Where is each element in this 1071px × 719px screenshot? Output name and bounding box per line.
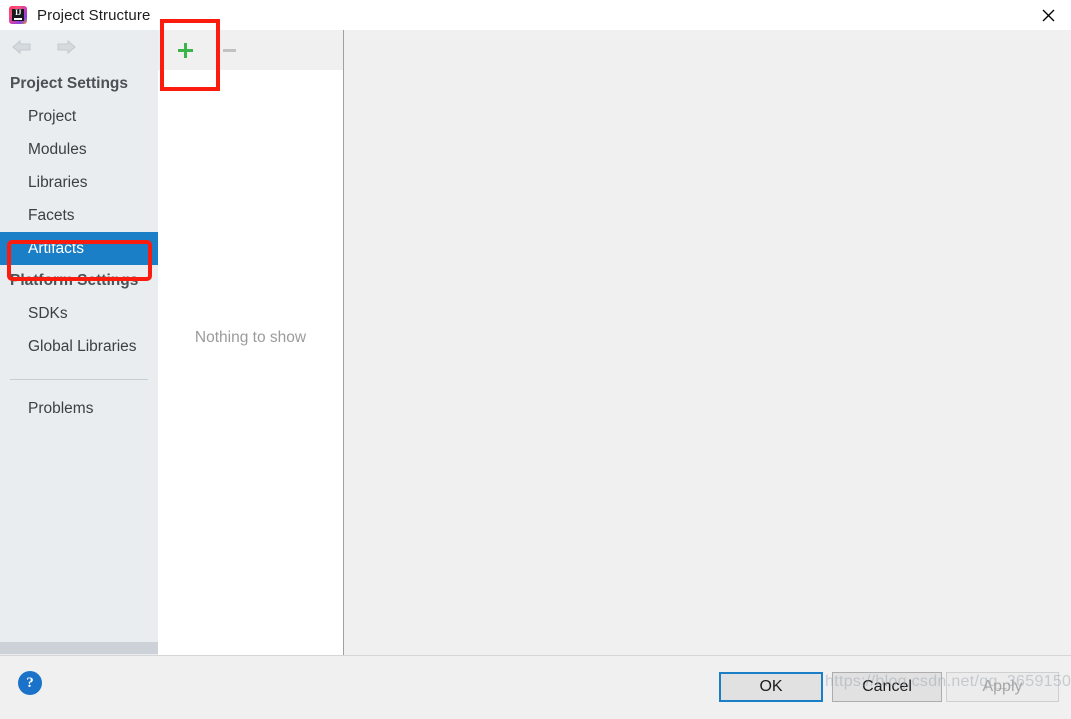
sidebar-group-project-settings: Project Settings — [10, 75, 128, 92]
arrow-left-icon[interactable] — [10, 38, 34, 56]
cancel-button[interactable]: Cancel — [832, 672, 942, 702]
sidebar-item-facets[interactable]: Facets — [0, 199, 158, 232]
sidebar-item-libraries[interactable]: Libraries — [0, 166, 158, 199]
sidebar-horizontal-scrollbar[interactable] — [0, 641, 158, 655]
sidebar-group-platform-settings: Platform Settings — [10, 272, 139, 289]
ok-button[interactable]: OK — [719, 672, 823, 702]
sidebar-item-sdks[interactable]: SDKs — [0, 297, 158, 330]
artifacts-empty-state: Nothing to show — [158, 70, 343, 655]
sidebar-item-list: Project Settings Project Modules Librari… — [0, 64, 158, 425]
window-title: Project Structure — [37, 6, 151, 24]
apply-button: Apply — [946, 672, 1059, 702]
remove-artifact-button[interactable] — [218, 39, 240, 61]
project-structure-dialog: IJ Project Structure Project Settings Pr… — [0, 0, 1071, 719]
add-artifact-button[interactable] — [174, 39, 196, 61]
artifacts-toolbar — [158, 30, 343, 70]
artifacts-list-panel: Nothing to show — [158, 30, 344, 655]
sidebar-item-project[interactable]: Project — [0, 100, 158, 133]
arrow-right-icon[interactable] — [54, 38, 78, 56]
intellij-idea-icon: IJ — [9, 6, 27, 24]
settings-sidebar: Project Settings Project Modules Librari… — [0, 30, 158, 655]
sidebar-item-modules[interactable]: Modules — [0, 133, 158, 166]
close-button[interactable] — [1025, 0, 1071, 30]
dialog-button-bar: ? OK Cancel Apply — [0, 655, 1071, 719]
artifact-detail-panel — [345, 30, 1071, 655]
sidebar-item-problems[interactable]: Problems — [0, 392, 158, 425]
minus-icon — [222, 48, 236, 52]
sidebar-item-global-libraries[interactable]: Global Libraries — [0, 330, 158, 363]
sidebar-item-artifacts[interactable]: Artifacts — [0, 232, 158, 265]
empty-state-text: Nothing to show — [194, 328, 307, 346]
plus-icon — [177, 42, 194, 59]
help-button[interactable]: ? — [18, 671, 42, 695]
sidebar-nav-toolbar — [0, 30, 158, 64]
intellij-idea-icon-letters: IJ — [14, 8, 22, 17]
title-bar: IJ Project Structure — [0, 0, 1071, 30]
sidebar-divider — [10, 379, 148, 380]
close-icon — [1042, 9, 1054, 21]
sidebar-scrollbar-thumb[interactable] — [0, 642, 158, 654]
